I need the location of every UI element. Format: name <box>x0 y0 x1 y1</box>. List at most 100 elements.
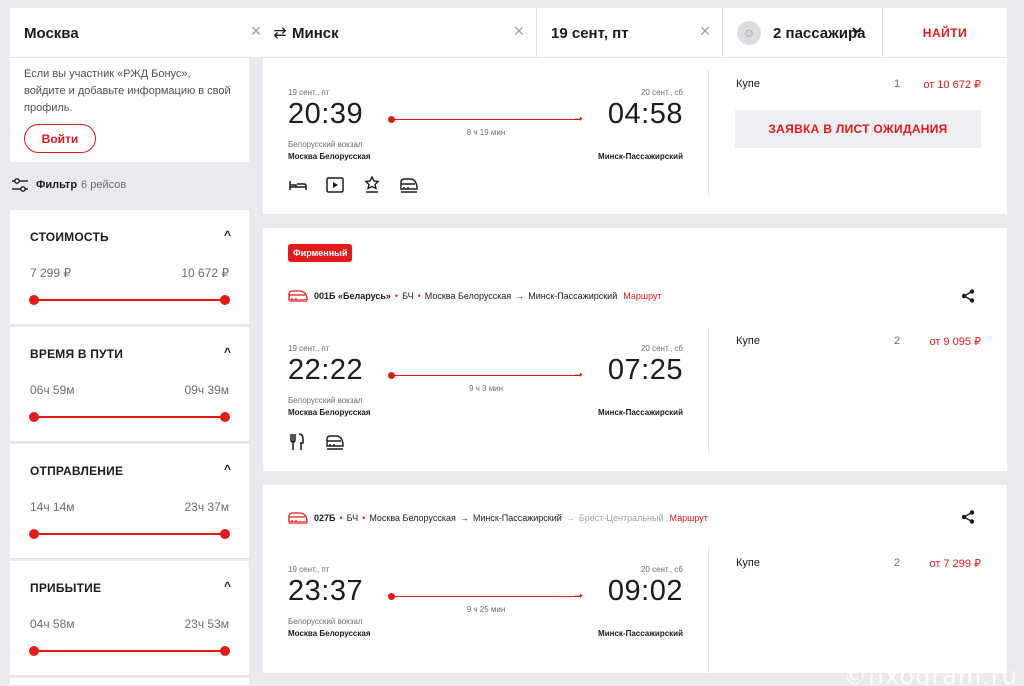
departure-time: 22:22 <box>288 354 364 386</box>
trip-duration: 9 ч 3 мин <box>468 384 504 393</box>
trip-duration: 8 ч 19 мин <box>466 128 506 137</box>
bonus-panel: Если вы участник «РЖД Бонус», войдите и … <box>10 58 249 162</box>
trip-line: ➝ <box>388 113 583 125</box>
card-divider <box>708 547 709 673</box>
arrival-station: Минск-Пассажирский <box>598 408 683 417</box>
slider-handle-min[interactable] <box>29 646 39 656</box>
amenities <box>288 433 345 451</box>
slider-handle-min[interactable] <box>29 529 39 539</box>
seats-count: 1 <box>894 78 901 90</box>
route-link[interactable]: Маршрут <box>670 513 708 523</box>
filter-max: 09ч 39м <box>184 383 229 397</box>
arrival-date: 20 сент., сб <box>640 88 683 97</box>
to-value: Минск <box>292 24 339 42</box>
award-icon <box>364 176 380 193</box>
chevron-up-icon[interactable]: ^ <box>224 228 231 242</box>
login-button[interactable]: Войти <box>24 124 96 153</box>
chevron-up-icon[interactable]: ^ <box>224 462 231 476</box>
departure-date: 19 сент., пт <box>288 565 330 574</box>
filter-toggle[interactable]: Фильтр 6 рейсов <box>12 178 126 192</box>
clear-from-icon[interactable]: × <box>249 22 263 40</box>
route-from: Москва Белорусская <box>424 291 512 301</box>
seats-count: 2 <box>894 335 901 347</box>
chevron-down-icon <box>852 25 862 37</box>
car-class: Купе <box>736 78 760 90</box>
slider-handle-min[interactable] <box>29 412 39 422</box>
chevron-up-icon[interactable]: ^ <box>224 579 231 593</box>
filter-min: 06ч 59м <box>30 383 75 397</box>
train-icon <box>326 435 344 450</box>
train-card: 19 сент., пт 20 сент., сб 20:39 04:58 ➝ … <box>263 58 1007 214</box>
station-note: Белорусский вокзал <box>288 396 363 405</box>
find-button[interactable]: НАЙТИ <box>883 8 1007 58</box>
train-card: 027Б • БЧ • Москва Белорусская → Минск-П… <box>263 485 1007 673</box>
chevron-up-icon[interactable]: ^ <box>224 345 231 359</box>
filter-price: СТОИМОСТЬ ^ 7 299 ₽ 10 672 ₽ <box>10 210 249 325</box>
arrow-right-icon: ➝ <box>573 113 583 125</box>
train-icon <box>400 178 418 193</box>
slider-handle-max[interactable] <box>220 295 230 305</box>
route-final: Брест-Центральный <box>578 513 664 523</box>
departure-time: 20:39 <box>288 98 364 130</box>
filter-title: ВРЕМЯ В ПУТИ <box>30 347 124 361</box>
train-icon <box>288 512 308 524</box>
car-class: Купе <box>736 335 760 347</box>
train-info: 001Б «Беларусь» • БЧ • Москва Белорусска… <box>288 290 662 302</box>
filter-title: ПРИБЫТИЕ <box>30 581 102 595</box>
swap-icon[interactable]: ⇄ <box>273 8 287 58</box>
trip-line: ➝ <box>388 590 583 602</box>
train-number: 001Б <box>314 291 336 301</box>
filter-max: 23ч 53м <box>184 617 229 631</box>
route-to: Минск-Пассажирский <box>472 513 562 523</box>
fare-price: от 9 095 ₽ <box>929 336 981 348</box>
arrival-time: 04:58 <box>607 98 683 130</box>
clear-to-icon[interactable]: × <box>512 22 526 40</box>
arrival-date: 20 сент., сб <box>640 565 683 574</box>
slider-handle-max[interactable] <box>220 412 230 422</box>
to-field[interactable]: Минск × <box>287 8 537 58</box>
user-icon: ☺ <box>737 21 761 45</box>
arrival-time: 07:25 <box>607 354 683 386</box>
date-value: 19 сент, пт <box>551 24 629 42</box>
filter-max: 23ч 37м <box>184 500 229 514</box>
from-value: Москва <box>24 24 79 42</box>
range-slider[interactable] <box>29 295 230 305</box>
trip-segment: 19 сент., пт 20 сент., сб 23:37 09:02 ➝ … <box>288 565 688 645</box>
passengers-field[interactable]: ☺ 2 пассажира <box>723 8 883 58</box>
amenities <box>288 176 419 194</box>
filter-min: 14ч 14м <box>30 500 75 514</box>
filter-min: 7 299 ₽ <box>30 266 71 280</box>
filter-more <box>10 678 249 686</box>
range-slider[interactable] <box>29 529 230 539</box>
trip-duration: 9 ч 25 мин <box>466 605 506 614</box>
trip-segment: 19 сент., пт 20 сент., сб 20:39 04:58 ➝ … <box>288 88 688 168</box>
arrow-right-icon: ➝ <box>573 590 583 602</box>
slider-handle-max[interactable] <box>220 646 230 656</box>
share-icon[interactable] <box>961 510 975 524</box>
arrival-station: Минск-Пассажирский <box>598 629 683 638</box>
filter-min: 04ч 58м <box>30 617 75 631</box>
date-field[interactable]: 19 сент, пт × <box>537 8 723 58</box>
filter-duration: ВРЕМЯ В ПУТИ ^ 06ч 59м 09ч 39м <box>10 327 249 442</box>
carrier: БЧ <box>402 291 414 301</box>
filter-title: СТОИМОСТЬ <box>30 230 109 244</box>
results-count: 6 рейсов <box>81 179 127 191</box>
bed-icon <box>289 181 307 190</box>
range-slider[interactable] <box>29 412 230 422</box>
search-bar: Москва × ⇄ Минск × 19 сент, пт × ☺ 2 пас… <box>10 8 1007 58</box>
clear-date-icon[interactable]: × <box>698 22 712 40</box>
from-field[interactable]: Москва × <box>10 8 273 58</box>
share-icon[interactable] <box>961 289 975 303</box>
slider-handle-max[interactable] <box>220 529 230 539</box>
slider-handle-min[interactable] <box>29 295 39 305</box>
arrival-time: 09:02 <box>607 575 683 607</box>
bonus-text: Если вы участник «РЖД Бонус», войдите и … <box>24 68 231 114</box>
departure-date: 19 сент., пт <box>288 88 330 97</box>
filter-icon <box>12 178 28 192</box>
brand-badge: Фирменный <box>288 244 353 262</box>
train-number: 027Б <box>314 513 336 523</box>
range-slider[interactable] <box>29 646 230 656</box>
waitlist-button[interactable]: ЗАЯВКА В ЛИСТ ОЖИДАНИЯ <box>735 110 981 148</box>
train-info: 027Б • БЧ • Москва Белорусская → Минск-П… <box>288 512 708 524</box>
route-link[interactable]: Маршрут <box>623 291 661 301</box>
